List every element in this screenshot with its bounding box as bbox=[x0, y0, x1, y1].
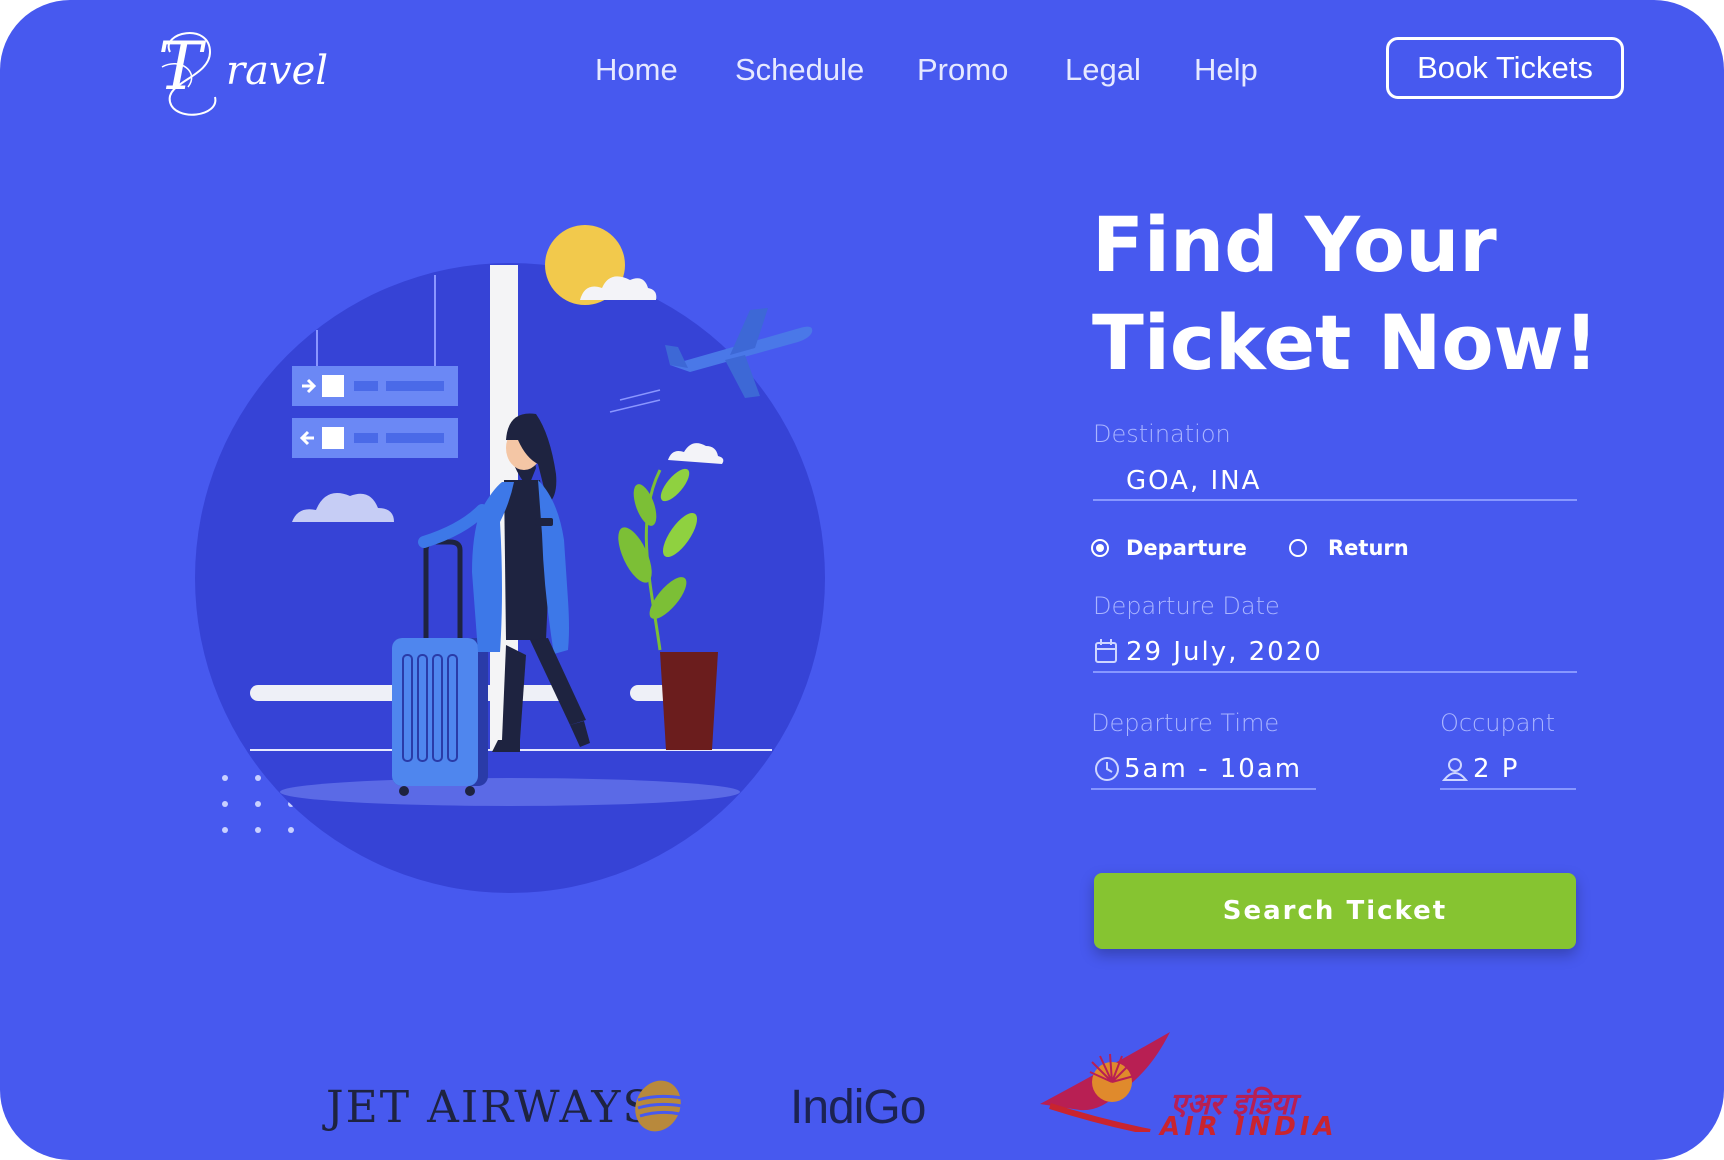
travel-illustration bbox=[195, 225, 825, 893]
return-radio-label[interactable]: Return bbox=[1328, 536, 1409, 560]
book-tickets-button[interactable]: Book Tickets bbox=[1386, 37, 1624, 99]
nav-schedule[interactable]: Schedule bbox=[735, 52, 864, 92]
nav-legal[interactable]: Legal bbox=[1065, 52, 1141, 92]
search-ticket-button[interactable]: Search Ticket bbox=[1094, 873, 1576, 949]
logo-initial: T bbox=[158, 28, 203, 105]
nav-promo[interactable]: Promo bbox=[917, 52, 1008, 92]
departure-time-input[interactable]: 5am - 10am bbox=[1124, 754, 1302, 784]
calendar-icon bbox=[1095, 639, 1117, 663]
destination-input[interactable]: GOA, INA bbox=[1126, 466, 1261, 496]
hero-headline: Find Your Ticket Now! bbox=[1092, 196, 1652, 392]
arrival-sign-icon bbox=[292, 418, 458, 458]
headline-line-2: Ticket Now! bbox=[1092, 298, 1599, 387]
air-india-emblem bbox=[1040, 1032, 1170, 1132]
departure-date-input[interactable]: 29 July, 2020 bbox=[1126, 637, 1323, 667]
occupant-input[interactable]: 2 P bbox=[1473, 754, 1520, 784]
logo-text: ravel bbox=[226, 48, 329, 94]
departure-radio[interactable] bbox=[1091, 539, 1109, 557]
destination-underline bbox=[1093, 499, 1577, 501]
departure-time-label: Departure Time bbox=[1091, 709, 1280, 737]
page-frame: T ravel Home Schedule Promo Legal Help B… bbox=[0, 0, 1724, 1160]
nav-home[interactable]: Home bbox=[595, 52, 678, 92]
user-icon bbox=[1442, 758, 1468, 781]
travel-logo[interactable]: T ravel bbox=[150, 22, 330, 122]
destination-label: Destination bbox=[1093, 420, 1231, 448]
occupant-underline bbox=[1440, 788, 1576, 790]
departure-radio-label[interactable]: Departure bbox=[1126, 536, 1247, 560]
plant-pot bbox=[660, 652, 718, 750]
return-radio[interactable] bbox=[1289, 539, 1307, 557]
floor-shadow bbox=[280, 778, 740, 806]
nav-help[interactable]: Help bbox=[1194, 52, 1258, 92]
departure-sign-icon bbox=[292, 366, 458, 406]
clock-icon bbox=[1095, 757, 1119, 781]
indigo-logo: IndiGo bbox=[790, 1081, 926, 1134]
departure-date-label: Departure Date bbox=[1093, 592, 1280, 620]
occupant-label: Occupant bbox=[1440, 709, 1556, 737]
jet-airways-text: JET AIRWAYS bbox=[326, 1082, 655, 1133]
headline-line-1: Find Your bbox=[1092, 200, 1497, 289]
departure-date-underline bbox=[1093, 671, 1577, 673]
departure-time-underline bbox=[1091, 788, 1316, 790]
air-india-english-text: AIR INDIA bbox=[1160, 1112, 1338, 1142]
jet-airways-emblem bbox=[635, 1080, 683, 1132]
